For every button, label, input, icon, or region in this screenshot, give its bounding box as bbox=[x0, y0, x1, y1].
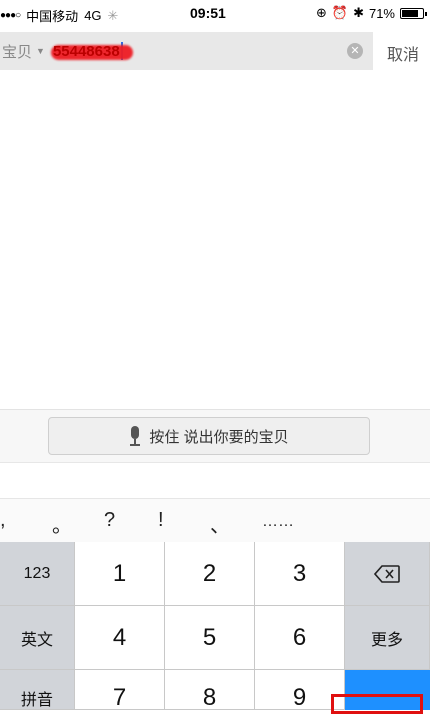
voice-search-label: 按住 说出你要的宝贝 bbox=[149, 428, 289, 446]
search-row: 宝贝 ▼ 55448638 ✕ 取消 bbox=[0, 32, 430, 70]
key-8[interactable]: 8 bbox=[165, 670, 255, 711]
voice-search-button[interactable]: 按住 说出你要的宝贝 bbox=[48, 417, 370, 455]
key-more[interactable]: 更多 bbox=[345, 606, 430, 670]
bluetooth-icon: ✱ bbox=[353, 5, 364, 20]
key-1[interactable]: 1 bbox=[75, 542, 165, 606]
punct-comma[interactable]: , bbox=[0, 509, 6, 532]
battery-percent: 71% bbox=[368, 5, 395, 21]
battery-icon bbox=[400, 7, 427, 19]
cancel-button[interactable]: 取消 bbox=[387, 41, 419, 65]
key-3[interactable]: 3 bbox=[255, 542, 345, 606]
punct-enum-comma[interactable]: 、 bbox=[210, 509, 230, 538]
punctuation-row: , 。 ? ! 、 …… bbox=[0, 498, 430, 543]
punct-period[interactable]: 。 bbox=[52, 509, 72, 538]
clear-icon[interactable]: ✕ bbox=[347, 43, 363, 59]
backspace-button[interactable] bbox=[345, 542, 430, 606]
keyboard: 123 1 2 3 英文 4 5 6 更多 拼音 7 8 9 bbox=[0, 542, 430, 711]
status-right: ⊕ ⏰ ✱ 71% bbox=[315, 5, 427, 21]
key-123[interactable]: 123 bbox=[0, 542, 75, 606]
rotation-lock-icon: ⊕ bbox=[315, 5, 327, 20]
backspace-icon bbox=[374, 564, 400, 583]
highlight-box bbox=[331, 694, 423, 714]
key-2[interactable]: 2 bbox=[165, 542, 255, 606]
key-pinyin[interactable]: 拼音 bbox=[0, 670, 75, 710]
key-7[interactable]: 7 bbox=[75, 670, 165, 711]
microphone-icon bbox=[129, 426, 141, 446]
search-input[interactable]: 宝贝 ▼ 55448638 ✕ bbox=[0, 32, 373, 70]
status-bar: ●●●○ 中国移动 4G ✳ 09:51 ⊕ ⏰ ✱ 71% bbox=[0, 0, 430, 28]
alarm-icon: ⏰ bbox=[331, 5, 349, 20]
punct-exclaim[interactable]: ! bbox=[158, 509, 164, 532]
search-scope-dropdown[interactable]: 宝贝 ▼ bbox=[2, 41, 45, 62]
status-left: ●●●○ 中国移动 4G ✳ bbox=[0, 6, 118, 25]
status-time: 09:51 bbox=[190, 5, 226, 21]
key-4[interactable]: 4 bbox=[75, 606, 165, 670]
signal-icon: ●●●○ bbox=[0, 10, 21, 21]
search-query-text: 55448638 bbox=[52, 42, 120, 60]
activity-spinner-icon: ✳ bbox=[107, 7, 119, 23]
punct-ellipsis[interactable]: …… bbox=[262, 513, 294, 531]
search-query: 55448638 bbox=[50, 42, 133, 60]
punct-question[interactable]: ? bbox=[104, 509, 115, 532]
network-type: 4G bbox=[84, 8, 102, 23]
key-5[interactable]: 5 bbox=[165, 606, 255, 670]
chevron-down-icon: ▼ bbox=[36, 46, 45, 56]
carrier-name: 中国移动 bbox=[26, 9, 79, 24]
search-scope-label: 宝贝 bbox=[2, 43, 33, 61]
keyboard-top-area bbox=[0, 462, 430, 499]
voice-bar: 按住 说出你要的宝贝 bbox=[0, 409, 430, 462]
key-6[interactable]: 6 bbox=[255, 606, 345, 670]
key-english[interactable]: 英文 bbox=[0, 606, 75, 670]
